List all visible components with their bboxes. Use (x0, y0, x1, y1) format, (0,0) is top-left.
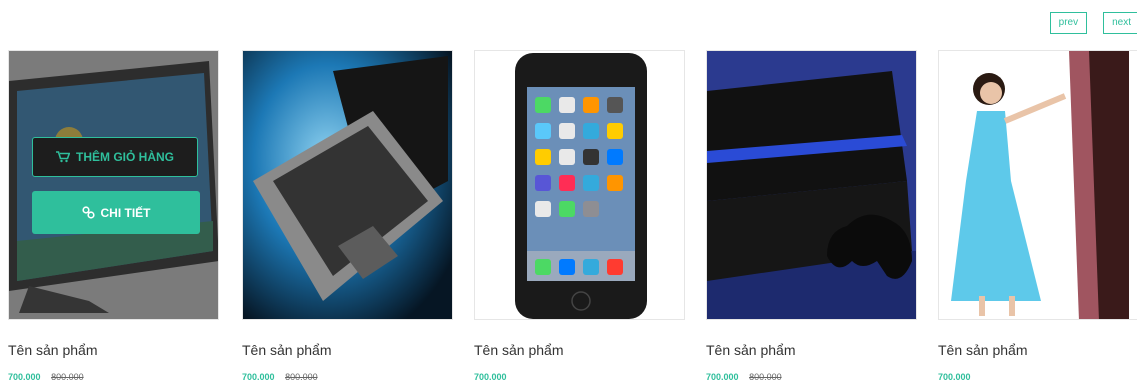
current-price: 700.000 (706, 372, 739, 382)
old-price: 800.000 (285, 372, 318, 382)
product-card[interactable]: Tên sản phẩm 700.000 (938, 50, 1137, 382)
prev-button[interactable]: prev (1049, 12, 1088, 34)
product-price: 700.000 (938, 372, 1137, 382)
current-price: 700.000 (938, 372, 971, 382)
detail-label: CHI TIẾT (100, 205, 151, 220)
product-price: 700.000 800.000 (242, 372, 453, 382)
product-image-laptop[interactable] (242, 50, 453, 320)
product-name[interactable]: Tên sản phẩm (242, 342, 453, 358)
old-price: 800.000 (51, 372, 84, 382)
product-image-model[interactable] (938, 50, 1137, 320)
product-card[interactable]: Tên sản phẩm 700.000 800.000 (242, 50, 453, 382)
product-price: 700.000 800.000 (706, 372, 917, 382)
product-price: 700.000 800.000 (8, 372, 219, 382)
old-price: 800.000 (749, 372, 782, 382)
product-name[interactable]: Tên sản phẩm (706, 342, 917, 358)
product-image-console[interactable] (706, 50, 917, 320)
product-price: 700.000 (474, 372, 685, 382)
link-icon (81, 206, 95, 219)
product-card[interactable]: THÊM GIỎ HÀNG CHI TIẾT Tên sản phẩm 700.… (8, 50, 219, 382)
product-list: THÊM GIỎ HÀNG CHI TIẾT Tên sản phẩm 700.… (8, 50, 1137, 383)
product-card[interactable]: Tên sản phẩm 700.000 800.000 (706, 50, 917, 382)
product-name[interactable]: Tên sản phẩm (938, 342, 1137, 358)
pagination: prev next (1049, 12, 1137, 34)
next-button[interactable]: next (1103, 12, 1137, 34)
current-price: 700.000 (8, 372, 41, 382)
product-card[interactable]: Tên sản phẩm 700.000 (474, 50, 685, 382)
product-name[interactable]: Tên sản phẩm (8, 342, 219, 358)
product-name[interactable]: Tên sản phẩm (474, 342, 685, 358)
product-image-phone[interactable] (474, 50, 685, 320)
current-price: 700.000 (242, 372, 275, 382)
cart-icon (56, 151, 70, 163)
detail-button[interactable]: CHI TIẾT (32, 191, 200, 234)
add-to-cart-button[interactable]: THÊM GIỎ HÀNG (32, 137, 198, 177)
current-price: 700.000 (474, 372, 507, 382)
hover-overlay (9, 51, 218, 319)
add-to-cart-label: THÊM GIỎ HÀNG (76, 150, 174, 164)
product-image-tv[interactable]: THÊM GIỎ HÀNG CHI TIẾT (8, 50, 219, 320)
